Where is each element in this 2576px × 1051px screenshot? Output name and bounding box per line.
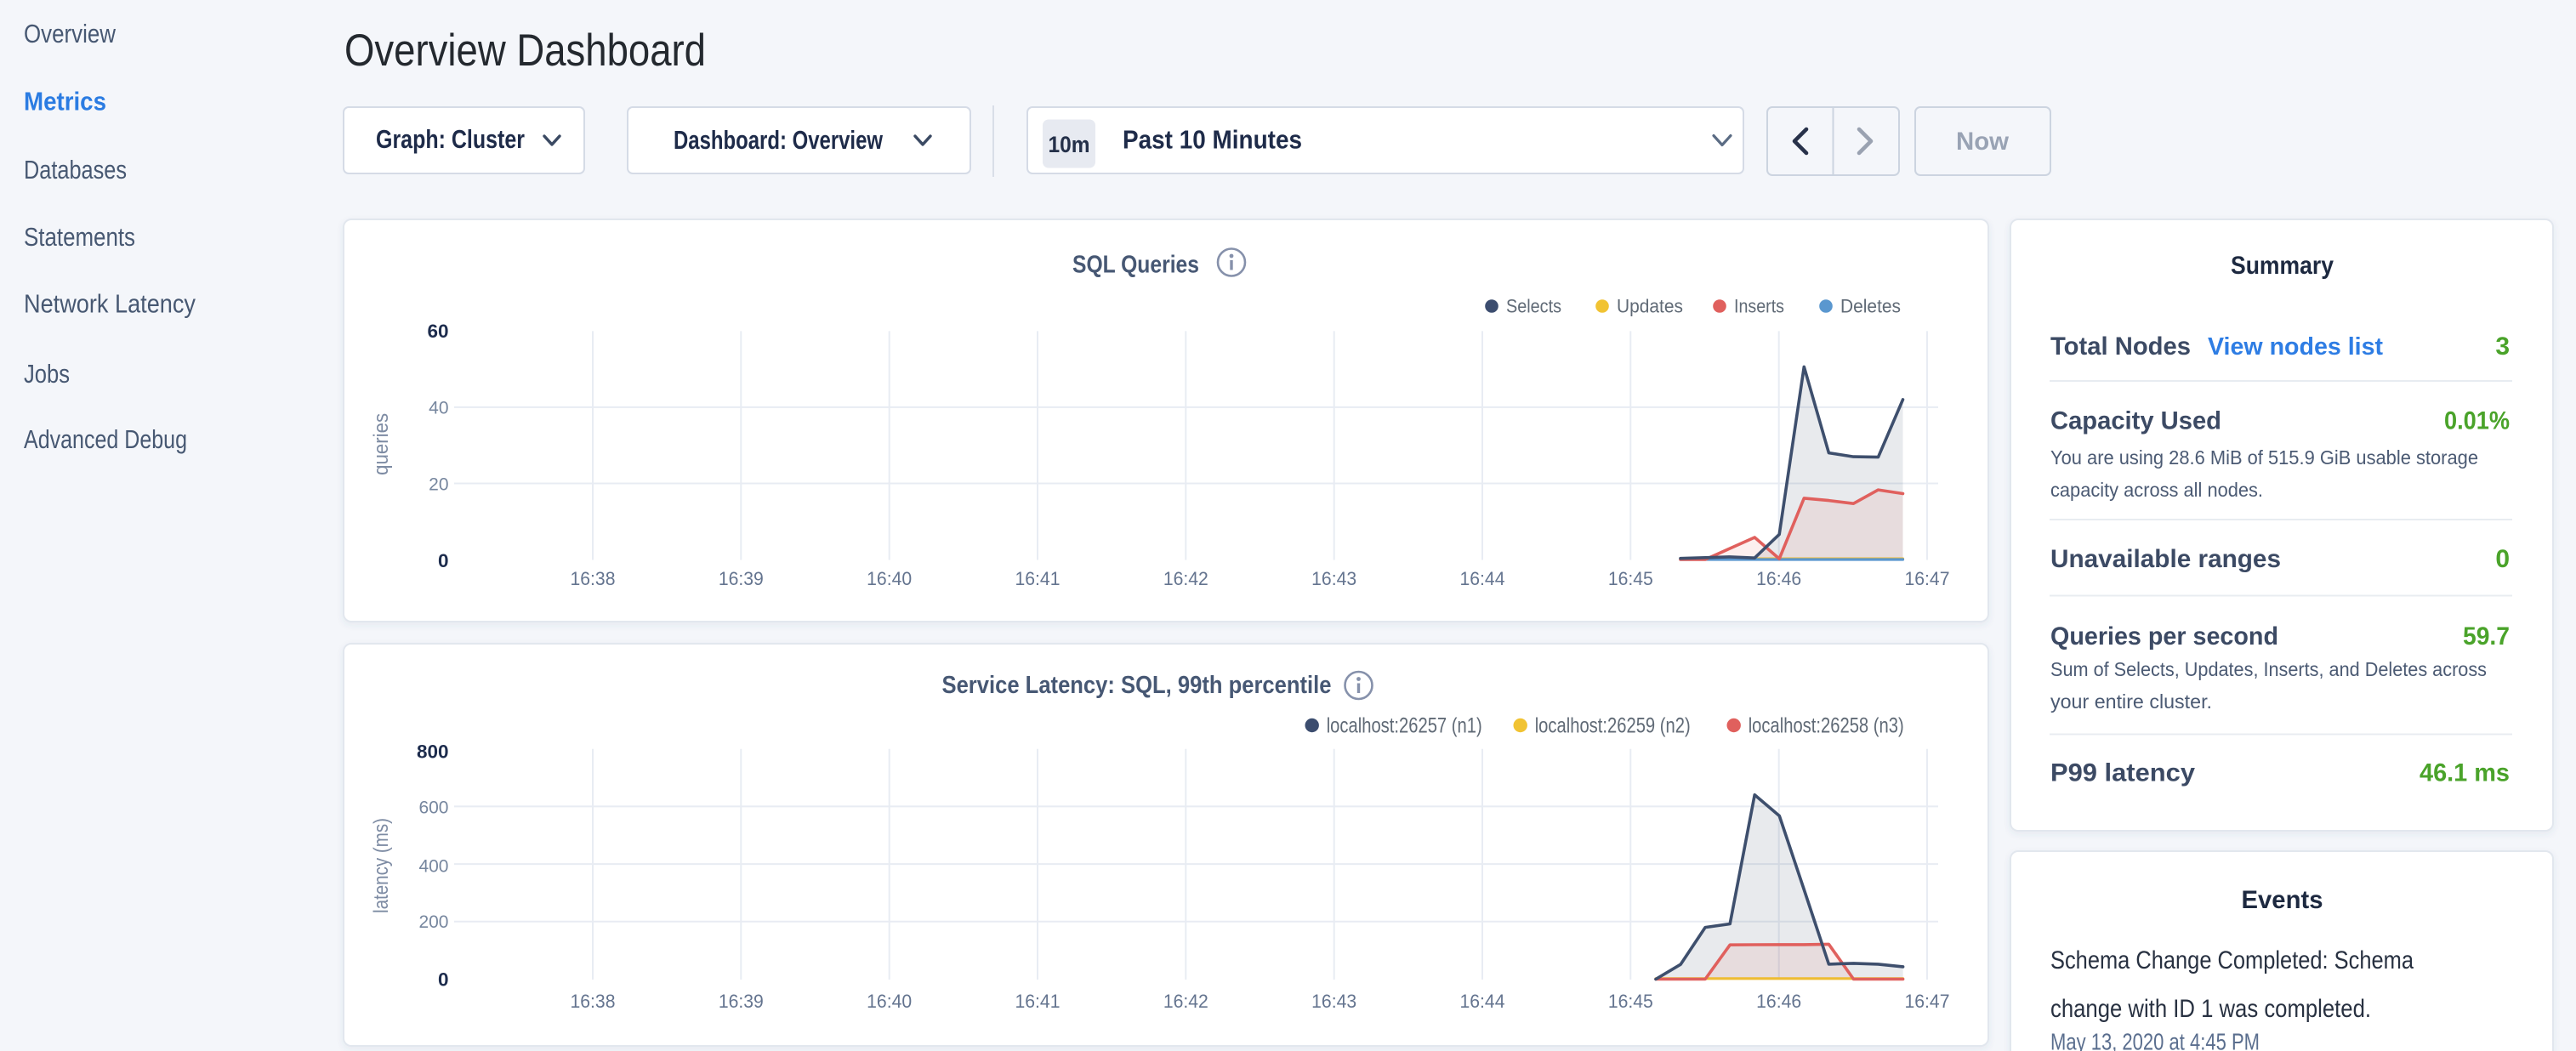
svg-text:Selects: Selects: [1506, 296, 1561, 317]
svg-text:Overview Dashboard: Overview Dashboard: [344, 26, 706, 76]
svg-text:localhost:26259 (n2): localhost:26259 (n2): [1535, 714, 1691, 738]
svg-text:200: 200: [418, 912, 448, 932]
svg-text:Updates: Updates: [1617, 296, 1683, 317]
svg-text:SQL Queries: SQL Queries: [1072, 251, 1199, 278]
svg-text:59.7: 59.7: [2463, 622, 2510, 650]
svg-text:16:45: 16:45: [1608, 568, 1653, 589]
svg-text:16:38: 16:38: [571, 568, 616, 589]
svg-text:capacity across all nodes.: capacity across all nodes.: [2050, 479, 2263, 501]
svg-text:16:41: 16:41: [1015, 568, 1060, 589]
svg-text:Advanced Debug: Advanced Debug: [24, 424, 187, 454]
svg-text:Capacity Used: Capacity Used: [2050, 407, 2221, 435]
svg-text:Unavailable ranges: Unavailable ranges: [2050, 545, 2281, 573]
svg-text:0: 0: [438, 550, 449, 571]
svg-text:Dashboard: Overview: Dashboard: Overview: [674, 125, 884, 155]
svg-text:16:44: 16:44: [1459, 991, 1504, 1012]
svg-text:0: 0: [2495, 545, 2510, 573]
svg-text:Total Nodes: Total Nodes: [2050, 332, 2191, 361]
svg-text:16:45: 16:45: [1608, 991, 1653, 1012]
svg-text:P99 latency: P99 latency: [2050, 759, 2195, 787]
svg-text:Schema Change Completed: Schem: Schema Change Completed: Schema: [2050, 946, 2414, 974]
svg-text:Network Latency: Network Latency: [24, 289, 196, 319]
svg-text:Now: Now: [1956, 128, 2010, 156]
svg-text:16:41: 16:41: [1015, 991, 1060, 1012]
svg-text:16:46: 16:46: [1756, 568, 1801, 589]
svg-text:Service Latency: SQL, 99th per: Service Latency: SQL, 99th percentile: [942, 672, 1332, 699]
svg-text:You are using 28.6 MiB of 515.: You are using 28.6 MiB of 515.9 GiB usab…: [2050, 446, 2478, 469]
svg-text:Deletes: Deletes: [1840, 296, 1901, 317]
svg-text:20: 20: [429, 475, 448, 495]
svg-text:Queries per second: Queries per second: [2050, 622, 2278, 650]
svg-text:change with ID 1 was completed: change with ID 1 was completed.: [2050, 995, 2371, 1023]
svg-text:800: 800: [417, 741, 449, 762]
svg-text:16:42: 16:42: [1163, 991, 1208, 1012]
svg-text:40: 40: [429, 398, 448, 418]
svg-text:400: 400: [418, 856, 448, 876]
svg-text:600: 600: [418, 798, 448, 817]
svg-text:3: 3: [2495, 332, 2510, 361]
svg-text:16:39: 16:39: [719, 991, 764, 1012]
svg-text:Sum of Selects, Updates, Inser: Sum of Selects, Updates, Inserts, and De…: [2050, 658, 2487, 680]
svg-text:latency (ms): latency (ms): [370, 818, 393, 913]
svg-text:16:44: 16:44: [1459, 568, 1504, 589]
svg-text:16:43: 16:43: [1311, 991, 1356, 1012]
svg-text:queries: queries: [370, 413, 393, 475]
svg-text:0: 0: [438, 969, 449, 990]
svg-text:Statements: Statements: [24, 222, 135, 252]
svg-text:16:46: 16:46: [1756, 991, 1801, 1012]
svg-text:0.01%: 0.01%: [2444, 407, 2510, 435]
svg-text:May 13, 2020 at 4:45 PM: May 13, 2020 at 4:45 PM: [2050, 1028, 2260, 1051]
svg-text:Inserts: Inserts: [1734, 296, 1784, 317]
svg-text:localhost:26258 (n3): localhost:26258 (n3): [1749, 714, 1904, 738]
svg-text:16:39: 16:39: [719, 568, 764, 589]
svg-text:16:40: 16:40: [867, 568, 912, 589]
svg-text:16:47: 16:47: [1904, 991, 1949, 1012]
svg-text:46.1 ms: 46.1 ms: [2420, 759, 2510, 787]
svg-text:Overview: Overview: [24, 19, 117, 48]
svg-text:Past 10 Minutes: Past 10 Minutes: [1123, 125, 1302, 155]
svg-text:localhost:26257 (n1): localhost:26257 (n1): [1327, 714, 1482, 738]
svg-text:16:42: 16:42: [1163, 568, 1208, 589]
svg-text:16:38: 16:38: [571, 991, 616, 1012]
svg-text:Graph: Cluster: Graph: Cluster: [376, 124, 525, 154]
svg-text:16:40: 16:40: [867, 991, 912, 1012]
svg-text:16:47: 16:47: [1904, 568, 1949, 589]
svg-text:Events: Events: [2242, 886, 2323, 914]
svg-text:Summary: Summary: [2231, 252, 2334, 280]
svg-text:View nodes list: View nodes list: [2208, 333, 2383, 361]
svg-text:your entire cluster.: your entire cluster.: [2050, 690, 2212, 713]
svg-text:Metrics: Metrics: [24, 86, 106, 116]
svg-text:10m: 10m: [1049, 132, 1090, 157]
svg-text:Databases: Databases: [24, 155, 127, 185]
svg-text:60: 60: [427, 321, 448, 342]
svg-text:Jobs: Jobs: [24, 359, 70, 389]
svg-text:16:43: 16:43: [1311, 568, 1356, 589]
